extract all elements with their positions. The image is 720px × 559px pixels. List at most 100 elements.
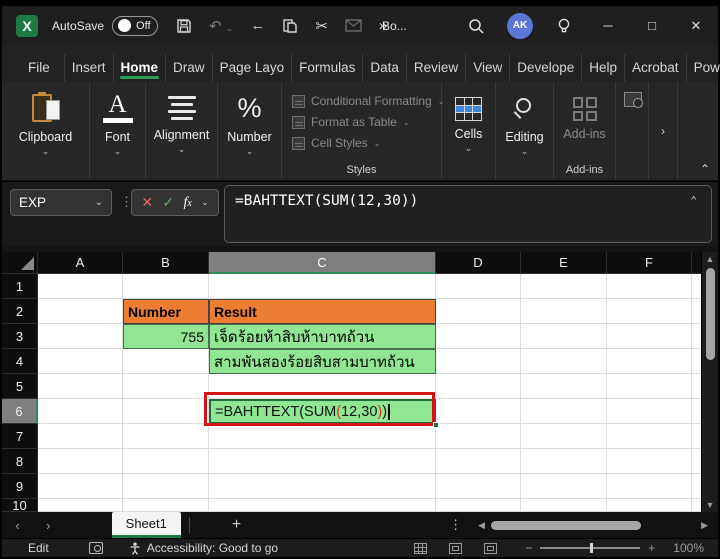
cell-f7[interactable] [607, 424, 692, 449]
cell-e6[interactable] [521, 399, 607, 424]
cell-a8[interactable] [38, 449, 123, 474]
cell-a4[interactable] [38, 349, 123, 374]
column-header-d[interactable]: D [436, 252, 521, 274]
sheetbar-options-icon[interactable]: ⋮ [449, 517, 462, 533]
prev-sheet-icon[interactable]: ‹ [2, 518, 33, 533]
cell-a1[interactable] [38, 274, 123, 299]
normal-view-icon[interactable] [414, 543, 427, 554]
zoom-slider-thumb[interactable] [590, 543, 593, 553]
lightbulb-icon[interactable] [542, 7, 586, 45]
close-button[interactable]: ✕ [674, 7, 718, 45]
cell-styles-button[interactable]: Cell Styles ⌄ [292, 136, 431, 150]
cell-d7[interactable] [436, 424, 521, 449]
cell-d2[interactable] [436, 299, 521, 324]
cell-b9[interactable] [123, 474, 209, 499]
accessibility-status[interactable]: Accessibility: Good to go [129, 541, 278, 555]
cell-f6[interactable] [607, 399, 692, 424]
select-all-button[interactable] [2, 252, 38, 274]
zoom-out-button[interactable]: − [525, 541, 532, 555]
tab-help[interactable]: Help [582, 54, 625, 83]
tab-file[interactable]: File [18, 54, 65, 83]
cell-d3[interactable] [436, 324, 521, 349]
cell-b2-number-header[interactable]: Number [123, 299, 209, 324]
cell-b6[interactable] [123, 399, 209, 424]
cut-icon[interactable]: ✂ [315, 17, 328, 35]
cell-e4[interactable] [521, 349, 607, 374]
page-break-view-icon[interactable] [484, 543, 497, 554]
clipboard-group[interactable]: Clipboard ⌄ [2, 82, 90, 180]
next-sheet-icon[interactable]: › [33, 518, 64, 533]
collapse-ribbon-icon[interactable]: ⌃ [700, 162, 710, 176]
cell-d8[interactable] [436, 449, 521, 474]
cell-b8[interactable] [123, 449, 209, 474]
cell-b4[interactable] [123, 349, 209, 374]
cell-a6[interactable] [38, 399, 123, 424]
cell-c2-result-header[interactable]: Result [209, 299, 436, 324]
scroll-down-icon[interactable]: ▼ [706, 498, 715, 512]
column-header-c[interactable]: C [209, 252, 436, 274]
tab-draw[interactable]: Draw [166, 54, 213, 83]
number-group[interactable]: % Number ⌄ [218, 82, 282, 180]
vertical-scroll-thumb[interactable] [706, 268, 715, 360]
scroll-up-icon[interactable]: ▲ [706, 252, 715, 266]
maximize-button[interactable]: □ [630, 7, 674, 45]
row-header-6[interactable]: 6 [2, 399, 38, 424]
zoom-in-button[interactable]: + [648, 541, 655, 555]
tab-review[interactable]: Review [407, 54, 466, 83]
vertical-scrollbar[interactable]: ▲ ▼ [701, 252, 718, 512]
cells-group[interactable]: Cells ⌄ [442, 82, 496, 180]
formula-input[interactable]: =BAHTTEXT(SUM(12,30)) ⌃ [224, 185, 712, 243]
cell-d10[interactable] [436, 499, 521, 512]
alignment-group[interactable]: Alignment ⌄ [146, 82, 218, 180]
tab-page-layout[interactable]: Page Layo [213, 54, 293, 83]
cell-b5[interactable] [123, 374, 209, 399]
column-header-b[interactable]: B [123, 252, 209, 274]
copy-icon[interactable] [282, 18, 298, 34]
tab-formulas[interactable]: Formulas [292, 54, 363, 83]
column-header-a[interactable]: A [38, 252, 123, 274]
cell-f2[interactable] [607, 299, 692, 324]
cell-a5[interactable] [38, 374, 123, 399]
cell-f5[interactable] [607, 374, 692, 399]
row-header-10[interactable]: 10 [2, 499, 38, 512]
cell-d5[interactable] [436, 374, 521, 399]
row-header-4[interactable]: 4 [2, 349, 38, 374]
tab-home[interactable]: Home [114, 54, 167, 83]
cell-c6-active-formula[interactable]: =BAHTTEXT(SUM(12,30)) [209, 399, 436, 424]
ribbon-more-button[interactable]: › [648, 82, 678, 180]
editing-group[interactable]: Editing ⌄ [496, 82, 554, 180]
name-box[interactable]: EXP ⌄ [10, 189, 112, 216]
cell-a9[interactable] [38, 474, 123, 499]
autosave-toggle[interactable]: Off [112, 16, 158, 36]
tab-insert[interactable]: Insert [65, 54, 114, 83]
cell-f4[interactable] [607, 349, 692, 374]
cell-c3-baht-text[interactable]: เจ็ดร้อยห้าสิบห้าบาทถ้วน [209, 324, 436, 349]
conditional-formatting-button[interactable]: Conditional Formatting ⌄ [292, 94, 431, 108]
row-header-8[interactable]: 8 [2, 449, 38, 474]
page-layout-view-icon[interactable] [449, 543, 462, 554]
back-arrow-icon[interactable]: ← [250, 17, 265, 34]
cell-e7[interactable] [521, 424, 607, 449]
confirm-entry-icon[interactable]: ✓ [162, 194, 174, 211]
cell-c4-baht-text[interactable]: สามพันสองร้อยสิบสามบาทถ้วน [209, 349, 436, 374]
cell-a7[interactable] [38, 424, 123, 449]
add-sheet-button[interactable]: + [232, 516, 241, 534]
sheet-tab-sheet1[interactable]: Sheet1 [112, 512, 181, 538]
cell-d6[interactable] [436, 399, 521, 424]
row-header-3[interactable]: 3 [2, 324, 38, 349]
row-header-2[interactable]: 2 [2, 299, 38, 324]
cell-e2[interactable] [521, 299, 607, 324]
fill-handle[interactable] [433, 422, 439, 428]
cell-a10[interactable] [38, 499, 123, 512]
cell-c8[interactable] [209, 449, 436, 474]
cell-f9[interactable] [607, 474, 692, 499]
cell-c1[interactable] [209, 274, 436, 299]
cell-e5[interactable] [521, 374, 607, 399]
minimize-button[interactable]: ─ [586, 7, 630, 45]
column-header-e[interactable]: E [521, 252, 607, 274]
column-header-f[interactable]: F [607, 252, 692, 274]
cell-c9[interactable] [209, 474, 436, 499]
horizontal-scroll-thumb[interactable] [491, 521, 641, 530]
cell-c5[interactable] [209, 374, 436, 399]
cell-c10[interactable] [209, 499, 436, 512]
